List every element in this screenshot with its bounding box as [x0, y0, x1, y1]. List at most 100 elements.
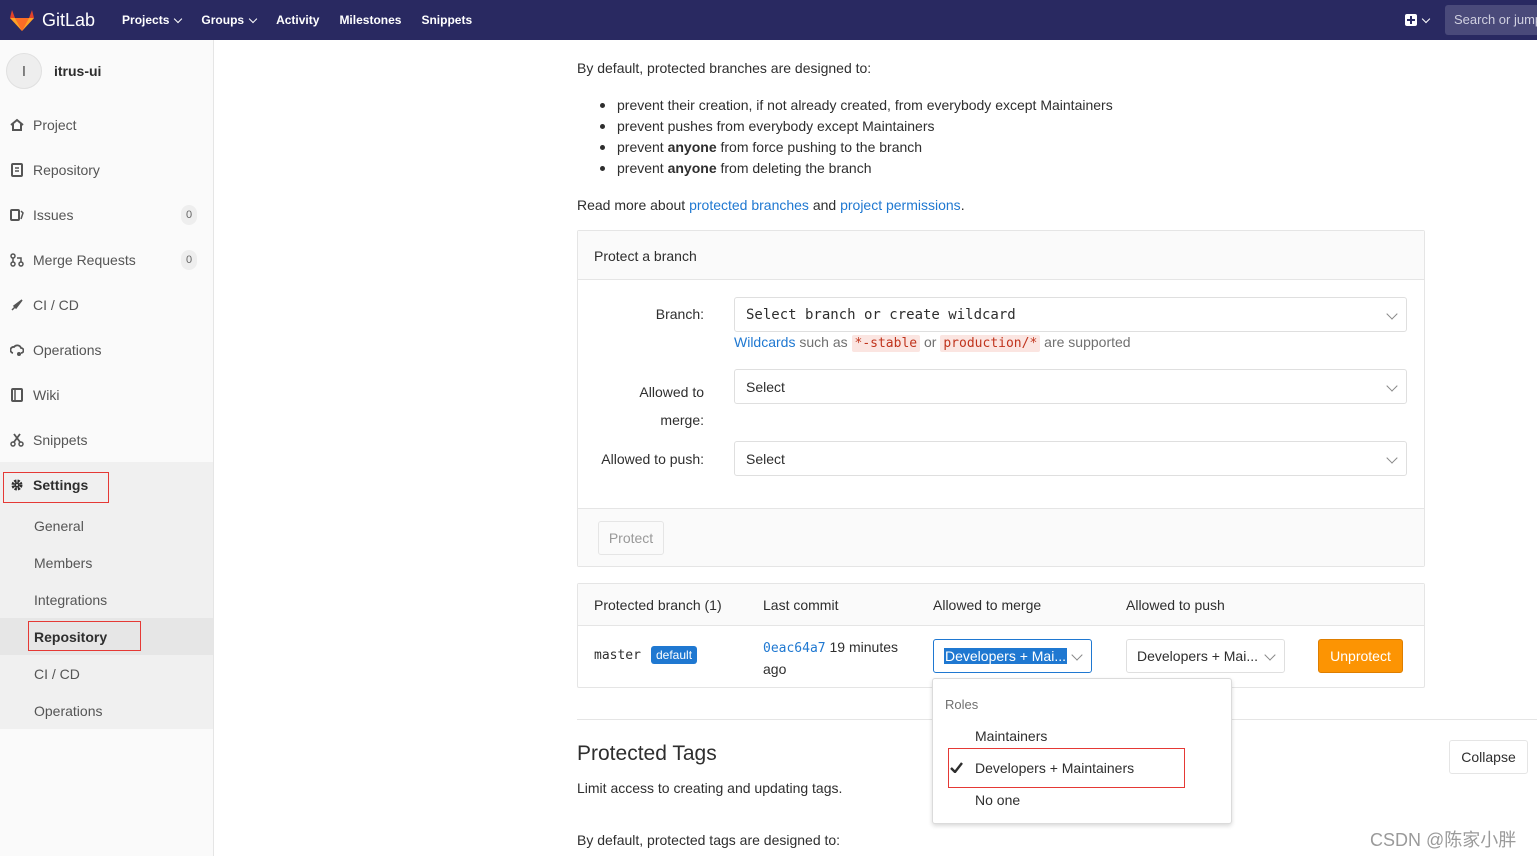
watermark: CSDN @陈家小胖: [1370, 830, 1517, 850]
sidebar-item-snippets[interactable]: Snippets: [0, 417, 213, 462]
sidebar-item-label: Issues: [33, 206, 74, 223]
nav-groups-label: Groups: [201, 13, 245, 27]
protect-button[interactable]: Protect: [598, 521, 664, 555]
project-permissions-link[interactable]: project permissions: [840, 197, 961, 213]
sub-item-repository[interactable]: Repository: [0, 618, 213, 655]
roles-dropdown: Roles Maintainers Developers + Maintaine…: [932, 678, 1232, 824]
list-item: prevent pushes from everybody except Mai…: [600, 118, 935, 134]
nav-milestones[interactable]: Milestones: [339, 13, 401, 27]
card-body: Branch: Select branch or create wildcard…: [578, 280, 1424, 508]
chevron-down-icon: [1421, 14, 1431, 23]
role-option-maintainers[interactable]: Maintainers: [975, 728, 1047, 744]
project-header[interactable]: I itrus-ui: [0, 40, 213, 102]
card-title: Protect a branch: [594, 248, 697, 264]
nav-projects-label: Projects: [122, 13, 170, 27]
sidebar-item-ci-cd[interactable]: CI / CD: [0, 282, 213, 327]
role-option-no-one[interactable]: No one: [975, 792, 1020, 808]
last-commit: 0eac64a7 19 minutes ago: [763, 637, 898, 680]
nav-groups[interactable]: Groups: [201, 13, 258, 27]
issues-icon: [10, 208, 24, 222]
merge-icon: [10, 252, 24, 267]
row-allowed-merge-select[interactable]: Developers + Mai...: [933, 639, 1092, 673]
project-avatar: I: [6, 53, 42, 89]
sub-item-integrations[interactable]: Integrations: [0, 581, 213, 618]
help-text: are supported: [1040, 334, 1131, 350]
help-text: or: [920, 334, 941, 350]
protected-tags-subtitle: Limit access to creating and updating ta…: [577, 780, 843, 796]
row-allowed-push-select[interactable]: Developers + Mai...: [1126, 639, 1285, 673]
highlight-box: [28, 621, 141, 651]
sub-item-operations[interactable]: Operations: [0, 692, 213, 729]
nav-snippets[interactable]: Snippets: [421, 13, 472, 27]
sub-item-ci-cd[interactable]: CI / CD: [0, 655, 213, 692]
doc-icon: [10, 162, 24, 177]
card-footer: Protect: [578, 508, 1424, 566]
rocket-icon: [10, 298, 24, 312]
help-text: such as: [795, 334, 852, 350]
sidebar-item-wiki[interactable]: Wiki: [0, 372, 213, 417]
table-header: Protected branch (1) Last commit Allowed…: [578, 584, 1424, 626]
sidebar-item-merge-requests[interactable]: Merge Requests 0: [0, 237, 213, 282]
chevron-down-icon: [1264, 649, 1276, 661]
bullet-bold: anyone: [667, 139, 717, 155]
sidebar-item-issues[interactable]: Issues 0: [0, 192, 213, 237]
select-value: Developers + Mai...: [944, 648, 1067, 664]
bullet-text: from deleting the branch: [716, 160, 872, 176]
new-dropdown-button[interactable]: [1405, 14, 1431, 26]
merge-requests-count-badge: 0: [181, 249, 197, 270]
read-more-pre: Read more about: [577, 197, 690, 213]
allowed-merge-select[interactable]: Select: [734, 369, 1407, 404]
protected-branches-link[interactable]: protected branches: [689, 197, 809, 213]
select-value: Select: [746, 378, 785, 395]
collapse-button[interactable]: Collapse: [1449, 740, 1528, 774]
branch-name: master: [594, 648, 641, 663]
commit-sha-link[interactable]: 0eac64a7: [763, 641, 826, 656]
sidebar-item-label: Snippets: [33, 431, 88, 448]
protected-branches-table: Protected branch (1) Last commit Allowed…: [577, 583, 1425, 688]
chevron-down-icon: [1386, 308, 1398, 320]
bullet-bold: anyone: [667, 160, 717, 176]
commit-time: ago: [763, 661, 787, 677]
branch-help-text: Wildcards such as *-stable or production…: [734, 334, 1131, 352]
label-line: Allowed to: [639, 384, 704, 400]
sidebar-item-label: Repository: [33, 161, 100, 178]
cloud-gear-icon: [10, 343, 24, 357]
chevron-down-icon: [248, 14, 258, 23]
column-header: Last commit: [763, 597, 839, 613]
bullet-text: prevent their creation, if not already c…: [617, 97, 1113, 113]
branch-label: Branch:: [655, 306, 704, 322]
branch-select-value: Select branch or create wildcard: [746, 306, 1016, 323]
nav-activity[interactable]: Activity: [276, 13, 319, 27]
dropdown-header: Roles: [945, 697, 979, 712]
allowed-merge-label: Allowed to merge:: [639, 378, 704, 434]
column-header: Protected branch (1): [594, 597, 722, 613]
issues-count-badge: 0: [181, 204, 197, 225]
gitlab-logo[interactable]: GitLab: [10, 9, 95, 31]
sub-item-general[interactable]: General: [0, 507, 213, 544]
bullet-text: prevent: [617, 160, 668, 176]
highlight-box: [948, 748, 1185, 788]
wildcards-link[interactable]: Wildcards: [734, 334, 795, 350]
commit-time: 19 minutes: [829, 639, 898, 655]
bullet-text: from force pushing to the branch: [716, 139, 923, 155]
sidebar-item-label: Merge Requests: [33, 251, 136, 268]
sidebar-item-project[interactable]: Project: [0, 102, 213, 147]
sub-item-members[interactable]: Members: [0, 544, 213, 581]
select-value: Developers + Mai...: [1137, 648, 1258, 664]
sidebar-item-repository[interactable]: Repository: [0, 147, 213, 192]
search-input[interactable]: Search or jump to...: [1445, 5, 1537, 35]
settings-submenu: General Members Integrations Repository …: [0, 507, 213, 729]
highlight-box: [3, 472, 109, 503]
sidebar-item-operations[interactable]: Operations: [0, 327, 213, 372]
allowed-push-select[interactable]: Select: [734, 441, 1407, 476]
read-more-mid: and: [808, 197, 841, 213]
column-header: Allowed to push: [1126, 597, 1225, 613]
nav-projects[interactable]: Projects: [122, 13, 183, 27]
scissors-icon: [10, 432, 24, 447]
sidebar-item-label: Project: [33, 116, 77, 133]
branch-select[interactable]: Select branch or create wildcard: [734, 297, 1407, 332]
unprotect-button[interactable]: Unprotect: [1318, 639, 1403, 673]
list-item: prevent their creation, if not already c…: [600, 97, 1113, 113]
sidebar-item-settings[interactable]: Settings: [0, 462, 213, 507]
code-sample: *-stable: [851, 335, 921, 352]
